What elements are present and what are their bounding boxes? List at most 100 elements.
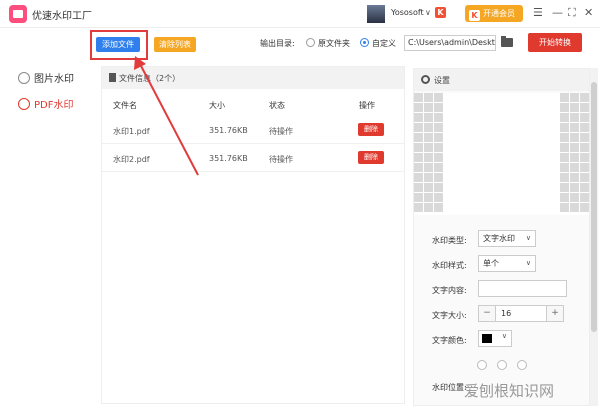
preview-cell	[424, 203, 433, 212]
preview-cell	[424, 133, 433, 142]
close-icon[interactable]: ✕	[584, 6, 593, 19]
preview-cell	[580, 143, 589, 152]
sidebar-item-pdf-watermark[interactable]: PDF水印	[18, 96, 73, 111]
preview-cell	[424, 93, 433, 102]
minimize-icon[interactable]: —	[552, 6, 563, 19]
user-name[interactable]: Yososoft	[391, 8, 424, 17]
color-swatch	[482, 334, 492, 343]
preview-cell	[414, 123, 423, 132]
preview-cell	[580, 183, 589, 192]
preview-cell	[560, 153, 569, 162]
preview-cell	[434, 143, 443, 152]
preview-cell	[580, 133, 589, 142]
text-size-label: 文字大小:	[432, 311, 467, 320]
gear-icon	[421, 75, 430, 84]
toolbar: 添加文件 清除列表 输出目录: 原文件夹 自定义 C:\Users\admin\…	[90, 28, 600, 62]
decrease-button[interactable]: −	[479, 306, 496, 321]
position-option[interactable]	[517, 360, 527, 370]
user-badge-icon: K	[435, 7, 446, 18]
sidebar-item-image-watermark[interactable]: 图片水印	[18, 70, 74, 85]
preview-cell	[570, 183, 579, 192]
preview-cell	[434, 183, 443, 192]
column-header-status: 状态	[269, 101, 285, 110]
preview-cell	[580, 193, 589, 202]
preview-cell	[414, 183, 423, 192]
file-name: 水印2.pdf	[113, 155, 150, 164]
preview-cell	[434, 123, 443, 132]
text-content-input[interactable]	[478, 280, 567, 297]
preview-cell	[434, 153, 443, 162]
preview-cell	[570, 193, 579, 202]
output-dir-label: 输出目录:	[260, 39, 295, 48]
start-convert-button[interactable]: 开始转换	[528, 33, 582, 52]
settings-scrollbar[interactable]	[590, 68, 598, 406]
table-row[interactable]: 水印1.pdf 351.76KB 待操作 删除	[102, 116, 404, 144]
preview-cell	[434, 113, 443, 122]
preview-cell	[414, 193, 423, 202]
preview-cell	[434, 133, 443, 142]
clear-list-button[interactable]: 清除列表	[154, 37, 196, 52]
file-size: 351.76KB	[209, 126, 248, 135]
file-size: 351.76KB	[209, 154, 248, 163]
position-option[interactable]	[477, 360, 487, 370]
preview-cell	[570, 143, 579, 152]
delete-button[interactable]: 删除	[358, 123, 384, 136]
chevron-down-icon: ∨	[525, 259, 531, 267]
watermark-preview	[414, 93, 589, 215]
radio-original-folder[interactable]	[306, 38, 315, 47]
preview-cell	[560, 133, 569, 142]
preview-cell	[570, 123, 579, 132]
preview-cell	[434, 173, 443, 182]
preview-cell	[560, 103, 569, 112]
watermark-style-select[interactable]: 单个 ∨	[478, 255, 536, 272]
watermark-type-select[interactable]: 文字水印 ∨	[478, 230, 536, 247]
position-option[interactable]	[497, 360, 507, 370]
preview-cell	[414, 153, 423, 162]
radio-custom-folder[interactable]	[360, 38, 369, 47]
add-file-button[interactable]: 添加文件	[96, 37, 140, 52]
preview-cell	[570, 153, 579, 162]
preview-cell	[580, 173, 589, 182]
preview-cell	[570, 163, 579, 172]
preview-cell	[424, 183, 433, 192]
output-path-input[interactable]: C:\Users\admin\Deskto	[404, 35, 496, 51]
chevron-down-icon[interactable]: ∨	[425, 8, 431, 17]
user-avatar[interactable]	[367, 5, 385, 23]
table-row[interactable]: 水印2.pdf 351.76KB 待操作 删除	[102, 144, 404, 172]
preview-cell	[560, 183, 569, 192]
text-size-value[interactable]: 16	[501, 306, 511, 321]
radio-custom-label: 自定义	[372, 39, 396, 48]
increase-button[interactable]: +	[546, 306, 563, 321]
text-content-label: 文字内容:	[432, 286, 467, 295]
menu-icon[interactable]: ☰	[533, 6, 543, 19]
radio-original-label: 原文件夹	[318, 39, 350, 48]
preview-grid-right	[560, 93, 589, 212]
file-name: 水印1.pdf	[113, 127, 150, 136]
scrollbar-thumb[interactable]	[591, 82, 597, 332]
sidebar-item-label: PDF水印	[34, 100, 74, 111]
file-list-panel: 文件信息（2个） 文件名 大小 状态 操作 水印1.pdf 351.76KB 待…	[101, 66, 405, 404]
preview-cell	[560, 193, 569, 202]
text-size-stepper[interactable]: − 16 +	[478, 305, 564, 322]
folder-icon[interactable]	[501, 36, 513, 47]
preview-cell	[414, 173, 423, 182]
preview-cell	[560, 163, 569, 172]
delete-button[interactable]: 删除	[358, 151, 384, 164]
preview-cell	[414, 143, 423, 152]
preview-cell	[570, 113, 579, 122]
restore-icon[interactable]: ⛶	[568, 6, 576, 20]
file-status: 待操作	[269, 155, 293, 164]
preview-cell	[424, 113, 433, 122]
vip-button[interactable]: K 开通会员	[465, 5, 523, 22]
preview-cell	[560, 143, 569, 152]
settings-title: 设置	[434, 76, 450, 85]
preview-cell	[580, 153, 589, 162]
app-title: 优速水印工厂	[32, 11, 92, 22]
preview-cell	[570, 173, 579, 182]
preview-cell	[560, 123, 569, 132]
preview-cell	[434, 93, 443, 102]
preview-cell	[434, 163, 443, 172]
text-color-picker[interactable]: ∨	[478, 330, 512, 347]
settings-header: 设置	[414, 69, 589, 91]
preview-cell	[570, 103, 579, 112]
